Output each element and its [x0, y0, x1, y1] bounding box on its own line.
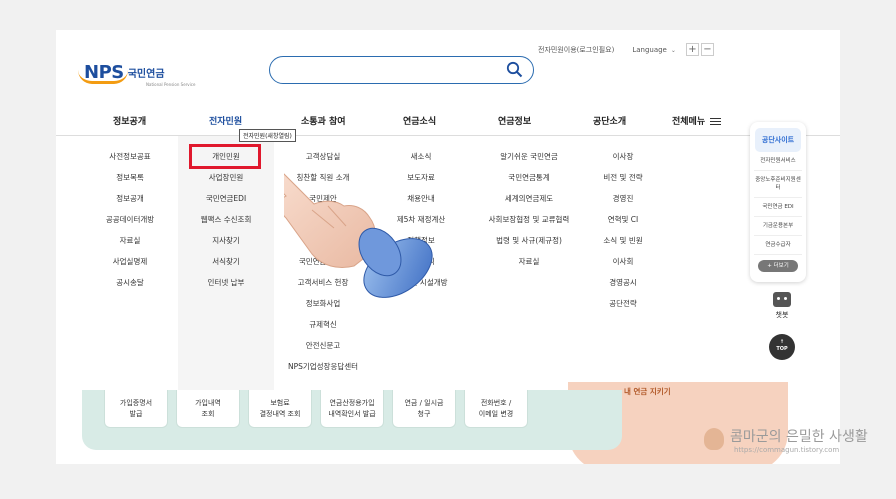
- menu-column-pension-info: 알기쉬운 국민연금 국민연금통계 세계의연금제도 사회보장협정 및 교류협력 법령 및 …: [474, 146, 584, 272]
- zoom-in-button[interactable]: +: [685, 43, 699, 56]
- chatbot-icon: [773, 292, 791, 307]
- agency-sites-panel: 공단사이트 전자민원서비스 중앙노후준비지원센터 국민연금 EDI 기금운용본부 연금수…: [750, 122, 806, 282]
- browser-page: NPS 국민연금 National Pension Service 전자민원이용…: [56, 30, 840, 464]
- menu-pension-info-item[interactable]: 세계의연금제도: [505, 188, 553, 209]
- menu-about-item[interactable]: 이사장: [613, 146, 634, 167]
- quick-service-label: 청구: [417, 409, 431, 418]
- zoom-controls: + −: [685, 43, 714, 56]
- menu-pension-info-item[interactable]: 법령 및 사규(제규정): [496, 230, 562, 251]
- menu-about-item[interactable]: 경영진: [613, 188, 634, 209]
- nav-all-menu[interactable]: 전체메뉴: [672, 114, 722, 127]
- menu-info-item[interactable]: 사전정보공표: [109, 146, 150, 167]
- menu-e-civil-item[interactable]: 국민연금EDI: [206, 188, 246, 209]
- top-button[interactable]: ↑ TOP: [769, 334, 795, 360]
- agency-site-link[interactable]: 기금운용본부: [754, 217, 802, 236]
- nav-e-civil[interactable]: 전자민원: [209, 114, 242, 127]
- more-button[interactable]: + 더보기: [758, 260, 798, 272]
- menu-info-item[interactable]: 정보목록: [116, 167, 144, 188]
- menu-pension-info-item[interactable]: 국민연금통계: [508, 167, 549, 188]
- nav-pension-news[interactable]: 연금소식: [403, 114, 436, 127]
- highlight-box: [189, 144, 261, 169]
- menu-pension-info-item[interactable]: 자료실: [519, 251, 540, 272]
- search-icon[interactable]: [506, 61, 523, 78]
- quick-service-label: 가입내역: [195, 398, 221, 407]
- menu-info-item[interactable]: 사업실명제: [113, 251, 148, 272]
- quick-service-label: 발급: [129, 409, 143, 418]
- menu-communication-item[interactable]: 안전신문고: [306, 335, 341, 356]
- menu-communication-item[interactable]: 고객상담실: [306, 146, 341, 167]
- quick-service-button[interactable]: 연금산정용가입내역확인서 발급: [320, 390, 384, 428]
- nav-info-disclosure[interactable]: 정보공개: [113, 114, 146, 127]
- arrow-up-icon: ↑: [779, 339, 785, 345]
- nav-communication[interactable]: 소통과 참여: [301, 114, 346, 127]
- quick-service-label: 조회: [201, 409, 215, 418]
- character-avatar-icon: [704, 428, 724, 450]
- chatbot-button[interactable]: 챗봇: [770, 292, 794, 320]
- logo-subtitle: National Pension Service: [146, 82, 196, 87]
- menu-info-item[interactable]: 정보공개: [116, 188, 144, 209]
- quick-service-label: 내역확인서 발급: [328, 409, 376, 418]
- banner-text: 내 연금 지키기: [624, 387, 671, 396]
- menu-communication-item[interactable]: NPS기업성장응답센터: [288, 356, 358, 377]
- menu-e-civil-item[interactable]: 사업장민원: [209, 167, 244, 188]
- menu-about-item[interactable]: 공단전략: [609, 293, 637, 314]
- zoom-out-button[interactable]: −: [700, 43, 714, 56]
- menu-about-item[interactable]: 소식 및 빈원: [603, 230, 642, 251]
- quick-service-label: 결정내역 조회: [259, 409, 301, 418]
- agency-site-link[interactable]: 전자민원서비스: [754, 152, 802, 171]
- quick-service-label: 연금 / 일시금: [404, 398, 444, 407]
- menu-info-item[interactable]: 공공데이터개방: [106, 209, 154, 230]
- quick-service-label: 전화번호 /: [480, 398, 512, 407]
- agency-site-link[interactable]: 연금수급자: [754, 236, 802, 255]
- language-select[interactable]: Language ⌄: [632, 46, 676, 54]
- menu-about-item[interactable]: 경영공시: [609, 272, 637, 293]
- agency-site-link[interactable]: 중앙노후준비지원센터: [754, 171, 802, 198]
- quick-service-label: 보험료: [270, 398, 290, 407]
- nav-about[interactable]: 공단소개: [593, 114, 626, 127]
- quick-service-button[interactable]: 가입내역조회: [176, 390, 240, 428]
- menu-e-civil-item[interactable]: 인터넷 납부: [208, 272, 245, 293]
- pointing-hand-icon: [284, 173, 433, 298]
- menu-column-about: 이사장 비전 및 전략 경영진 연혁및 CI 소식 및 빈원 이사회 경영공시 공단전략: [578, 146, 668, 314]
- new-window-tooltip: 전자민원(새창열림): [239, 129, 296, 142]
- watermark-title: 콤마군의 은밀한 사생활: [730, 429, 868, 445]
- nps-logo[interactable]: NPS 국민연금 National Pension Service: [78, 62, 195, 87]
- menu-e-civil-item[interactable]: 서식찾기: [212, 251, 240, 272]
- blog-watermark: 콤마군의 은밀한 사생활 https://commagun.tistory.co…: [704, 426, 868, 454]
- hamburger-icon: [710, 116, 722, 127]
- menu-about-item[interactable]: 연혁및 CI: [608, 209, 639, 230]
- nav-pension-info[interactable]: 연금정보: [498, 114, 531, 127]
- menu-info-item[interactable]: 자료실: [120, 230, 141, 251]
- agency-sites-title: 공단사이트: [755, 128, 801, 152]
- chatbot-label: 챗봇: [775, 311, 789, 319]
- search-input[interactable]: [269, 56, 534, 84]
- watermark-url: https://commagun.tistory.com: [734, 446, 840, 454]
- menu-communication-item[interactable]: 규제혁신: [309, 314, 337, 335]
- main-nav: 정보공개 전자민원 소통과 참여 연금소식 연금정보 공단소개 전체메뉴: [56, 104, 840, 136]
- quick-service-button[interactable]: 가입증명서발급: [104, 390, 168, 428]
- chevron-down-icon: ⌄: [670, 46, 676, 54]
- logo-swoosh-icon: [78, 70, 128, 84]
- menu-column-info: 사전정보공표 정보목록 정보공개 공공데이터개방 자료실 사업실명제 공시송달: [90, 146, 170, 293]
- agency-sites-list: 전자민원서비스 중앙노후준비지원센터 국민연금 EDI 기금운용본부 연금수급자: [750, 152, 806, 255]
- menu-e-civil-item[interactable]: 웹팩스 수신조회: [201, 209, 252, 230]
- quick-service-label: 이메일 변경: [478, 409, 514, 418]
- utility-bar: 전자민원이용(로그인필요) Language ⌄ + −: [538, 43, 714, 56]
- quick-service-button[interactable]: 연금 / 일시금청구: [392, 390, 456, 428]
- quick-service-button[interactable]: 전화번호 / 이메일 변경: [464, 390, 528, 428]
- logo-korean: 국민연금: [127, 69, 165, 80]
- menu-news-item[interactable]: 새소식: [411, 146, 432, 167]
- quick-service-button[interactable]: 보험료결정내역 조회: [248, 390, 312, 428]
- menu-about-item[interactable]: 비전 및 전략: [603, 167, 642, 188]
- login-required-link[interactable]: 전자민원이용(로그인필요): [538, 45, 614, 55]
- agency-site-link[interactable]: 국민연금 EDI: [754, 198, 802, 217]
- menu-pension-info-item[interactable]: 사회보장협정 및 교류협력: [489, 209, 570, 230]
- quick-service-label: 가입증명서: [119, 398, 153, 407]
- quick-service-label: 연금산정용가입: [329, 398, 375, 407]
- menu-info-item[interactable]: 공시송달: [116, 272, 144, 293]
- menu-pension-info-item[interactable]: 알기쉬운 국민연금: [500, 146, 558, 167]
- menu-about-item[interactable]: 이사회: [613, 251, 634, 272]
- menu-e-civil-item[interactable]: 지사찾기: [212, 230, 240, 251]
